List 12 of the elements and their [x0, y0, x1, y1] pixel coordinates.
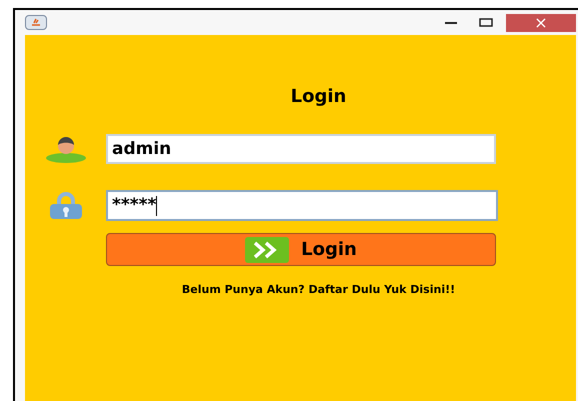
- close-button[interactable]: ×: [506, 14, 576, 32]
- lock-icon: [48, 192, 84, 220]
- user-icon: [44, 135, 88, 163]
- username-field[interactable]: admin: [106, 134, 496, 164]
- app-icon: [25, 15, 47, 30]
- double-chevron-icon: [245, 236, 290, 262]
- minimize-icon: [445, 20, 457, 24]
- login-title: Login: [290, 85, 346, 109]
- maximize-icon: [479, 18, 493, 28]
- password-field[interactable]: *****: [106, 190, 498, 221]
- register-link[interactable]: Belum Punya Akun? Daftar Dulu Yuk Disini!!: [146, 282, 456, 298]
- login-button[interactable]: Login: [106, 233, 496, 266]
